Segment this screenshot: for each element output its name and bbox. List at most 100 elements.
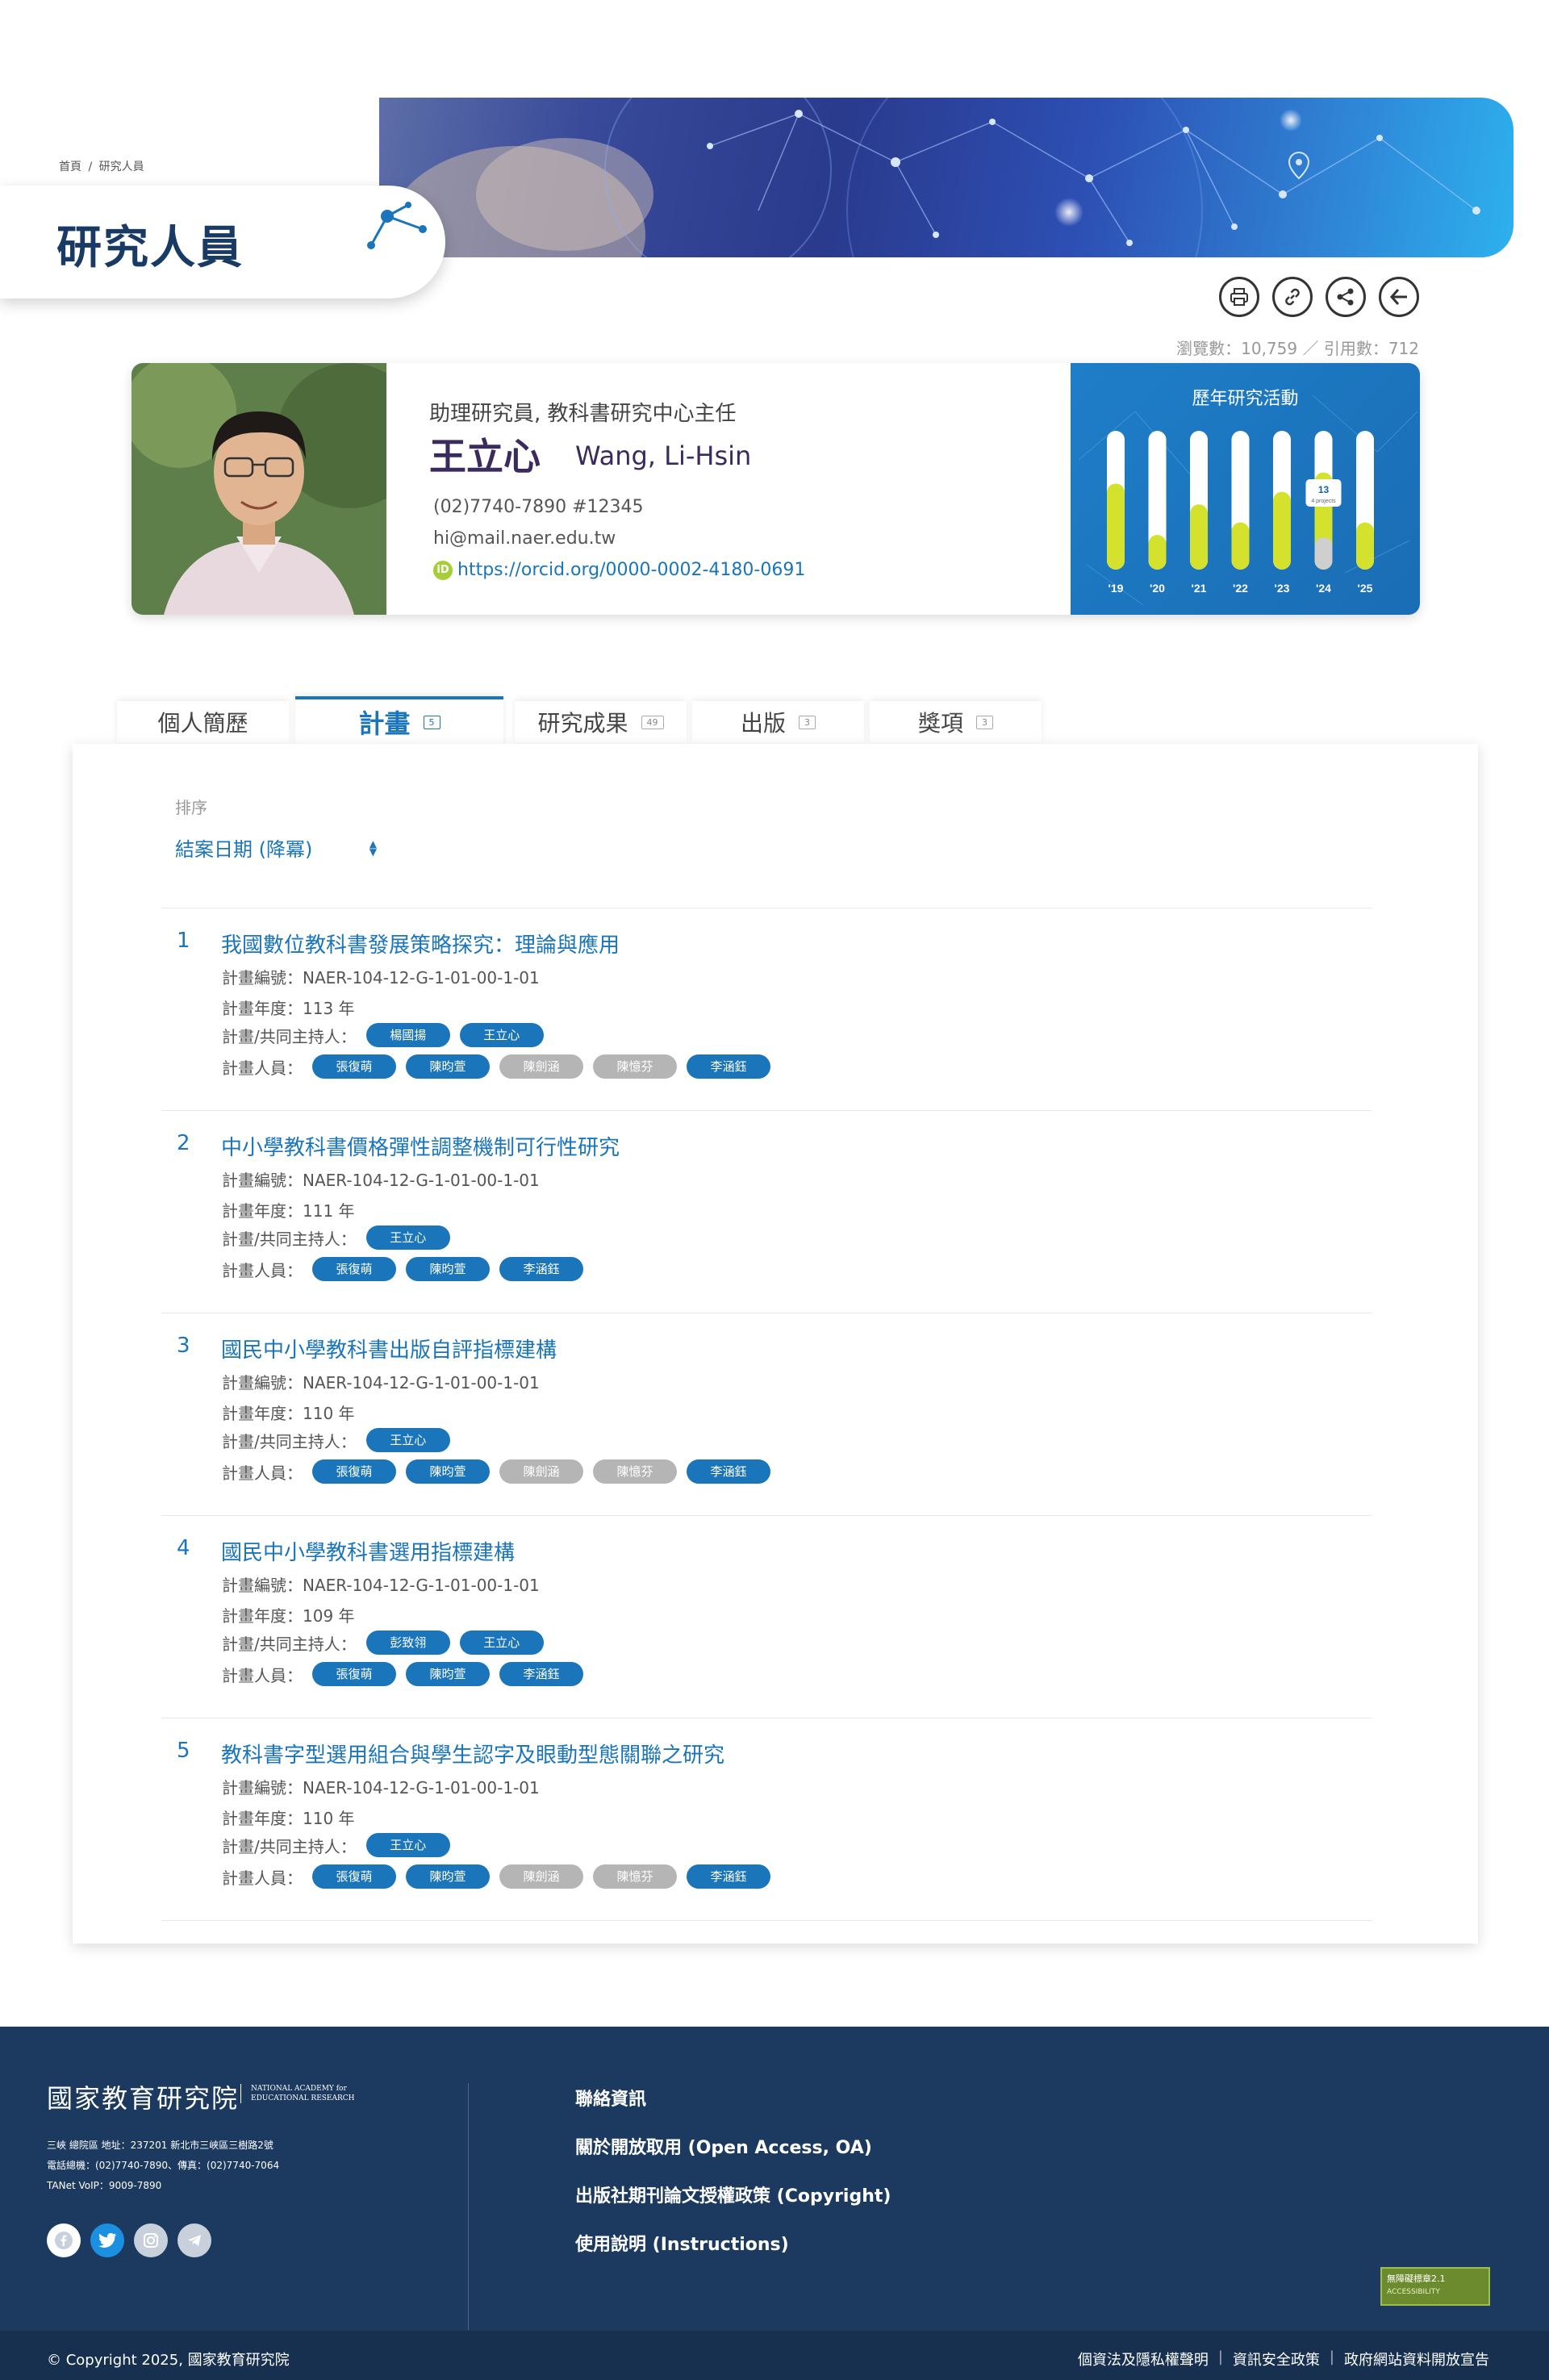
profile-photo bbox=[132, 363, 386, 615]
telegram-button[interactable] bbox=[177, 2223, 211, 2257]
activity-bar[interactable] bbox=[1231, 522, 1250, 570]
person-tag[interactable]: 張復萌 bbox=[312, 1459, 396, 1484]
pill-row-label: 計畫人員： bbox=[222, 1868, 303, 1888]
tab-count-badge: 5 bbox=[423, 715, 440, 729]
footer-link-instructions[interactable]: 使用說明 (Instructions) bbox=[575, 2230, 789, 2256]
person-tag[interactable]: 張復萌 bbox=[312, 1864, 396, 1889]
back-button[interactable] bbox=[1379, 277, 1419, 317]
project-year: 計畫年度：110 年 bbox=[222, 1404, 355, 1423]
person-tag[interactable]: 陳劍涵 bbox=[499, 1054, 583, 1079]
tab-publications[interactable]: 出版 3 bbox=[692, 701, 864, 743]
project-members: 計畫人員： 張復萌 陳昀萱 陳劍涵 陳憶芬 李涵鈺 bbox=[222, 1864, 780, 1889]
pill-row-label: 計畫人員： bbox=[222, 1665, 303, 1685]
sort-select[interactable]: 結案日期 (降冪) ▲ ▼ bbox=[175, 833, 377, 862]
telegram-icon bbox=[188, 2235, 201, 2246]
pill-row-label: 計畫/共同主持人： bbox=[222, 1026, 357, 1046]
person-tag[interactable]: 王立心 bbox=[365, 1428, 450, 1452]
person-tag[interactable]: 李涵鈺 bbox=[499, 1662, 583, 1686]
tab-research-outputs[interactable]: 研究成果 49 bbox=[515, 701, 687, 743]
project-item: 3 國民中小學教科書出版自評指標建構 計畫編號：NAER-104-12-G-1-01… bbox=[161, 1313, 1372, 1515]
person-tag[interactable]: 李涵鈺 bbox=[687, 1459, 770, 1484]
person-tag[interactable]: 陳昀萱 bbox=[406, 1257, 490, 1281]
person-tag[interactable]: 楊國揚 bbox=[365, 1023, 450, 1047]
share-button[interactable] bbox=[1326, 277, 1366, 317]
twitter-button[interactable] bbox=[90, 2223, 124, 2257]
footer-social-links bbox=[47, 2223, 211, 2257]
footer-link-security[interactable]: 資訊安全政策 bbox=[1233, 2349, 1320, 2370]
person-tag[interactable]: 李涵鈺 bbox=[499, 1257, 583, 1281]
activity-bar[interactable] bbox=[1273, 491, 1291, 570]
activity-bar[interactable] bbox=[1190, 504, 1208, 570]
person-tag[interactable]: 陳昀萱 bbox=[406, 1864, 490, 1889]
person-tag[interactable]: 彭致翎 bbox=[365, 1631, 450, 1655]
tab-bio[interactable]: 個人簡歷 bbox=[117, 701, 289, 743]
footer-link-open-access[interactable]: 關於開放取用 (Open Access, OA) bbox=[575, 2133, 872, 2159]
tab-count-badge: 3 bbox=[799, 715, 816, 729]
project-hosts: 計畫/共同主持人： 彭致翎 王立心 bbox=[222, 1631, 553, 1655]
profile-phone: (02)7740-7890 #12345 bbox=[433, 497, 644, 517]
footer-logo[interactable]: 國家教育研究院 bbox=[47, 2078, 239, 2115]
activity-tooltip-label: 4 projects bbox=[1311, 499, 1336, 504]
person-tag[interactable]: 陳劍涵 bbox=[499, 1864, 583, 1889]
person-tag[interactable]: 張復萌 bbox=[312, 1054, 396, 1079]
profile-email[interactable]: hi@mail.naer.edu.tw bbox=[433, 528, 616, 549]
project-members: 計畫人員： 張復萌 陳昀萱 陳劍涵 陳憶芬 李涵鈺 bbox=[222, 1054, 780, 1079]
project-year: 計畫年度：110 年 bbox=[222, 1809, 355, 1828]
breadcrumb-separator: / bbox=[88, 161, 93, 173]
project-title-link[interactable]: 我國數位教科書發展策略探究：理論與應用 bbox=[221, 929, 620, 958]
person-tag[interactable]: 陳昀萱 bbox=[406, 1459, 490, 1484]
person-tag[interactable]: 李涵鈺 bbox=[687, 1864, 770, 1889]
page-title: 研究人員 bbox=[56, 222, 244, 274]
person-tag[interactable]: 王立心 bbox=[459, 1023, 544, 1047]
project-number: 5 bbox=[177, 1739, 190, 1763]
sort-value: 結案日期 (降冪) bbox=[175, 838, 313, 861]
footer-link-contact[interactable]: 聯絡資訊 bbox=[575, 2085, 646, 2111]
tab-projects[interactable]: 計畫 5 bbox=[295, 696, 503, 745]
network-decoration-icon bbox=[367, 202, 427, 249]
instagram-icon bbox=[144, 2233, 158, 2248]
print-button[interactable] bbox=[1219, 277, 1259, 317]
tab-awards[interactable]: 獎項 3 bbox=[870, 701, 1042, 743]
profile-name-zh: 王立心 bbox=[429, 435, 541, 478]
activity-bar[interactable] bbox=[1356, 522, 1374, 570]
activity-year-label: '23 bbox=[1275, 582, 1290, 595]
tab-label: 研究成果 bbox=[537, 710, 628, 737]
footer-link-open-data[interactable]: 政府網站資料開放宣告 bbox=[1344, 2349, 1489, 2370]
copy-link-button[interactable] bbox=[1272, 277, 1313, 317]
breadcrumb-home-link[interactable]: 首頁 bbox=[59, 161, 81, 173]
project-title-link[interactable]: 教科書字型選用組合與學生認字及眼動型態關聯之研究 bbox=[221, 1739, 724, 1768]
project-title-link[interactable]: 中小學教科書價格彈性調整機制可行性研究 bbox=[221, 1131, 620, 1161]
person-tag[interactable]: 張復萌 bbox=[312, 1662, 396, 1686]
breadcrumb-current: 研究人員 bbox=[98, 161, 144, 173]
twitter-icon bbox=[98, 2232, 117, 2248]
project-title-link[interactable]: 國民中小學教科書選用指標建構 bbox=[221, 1536, 515, 1566]
footer-link-privacy[interactable]: 個資法及隱私權聲明 bbox=[1078, 2349, 1209, 2370]
project-hosts: 計畫/共同主持人： 楊國揚 王立心 bbox=[222, 1023, 553, 1047]
accessibility-badge[interactable]: 無障礙標章2.1 ACCESSIBILITY bbox=[1380, 2267, 1490, 2306]
person-tag[interactable]: 陳劍涵 bbox=[499, 1459, 583, 1484]
link-icon bbox=[1285, 288, 1300, 306]
person-tag[interactable]: 李涵鈺 bbox=[687, 1054, 770, 1079]
pill-row-label: 計畫/共同主持人： bbox=[222, 1229, 357, 1249]
project-item: 4 國民中小學教科書選用指標建構 計畫編號：NAER-104-12-G-1-01-0… bbox=[161, 1515, 1372, 1718]
person-tag[interactable]: 陳昀萱 bbox=[406, 1054, 490, 1079]
profile-card: 助理研究員, 教科書研究中心主任 王立心 Wang, Li-Hsin (02)7… bbox=[132, 363, 1420, 615]
person-tag[interactable]: 張復萌 bbox=[312, 1257, 396, 1281]
project-number: 1 bbox=[177, 929, 190, 953]
instagram-button[interactable] bbox=[134, 2223, 168, 2257]
activity-bar[interactable] bbox=[1107, 483, 1125, 570]
person-tag[interactable]: 王立心 bbox=[365, 1833, 450, 1857]
person-tag[interactable]: 陳憶芬 bbox=[593, 1459, 677, 1484]
pill-row-label: 計畫人員： bbox=[222, 1260, 303, 1280]
person-tag[interactable]: 王立心 bbox=[365, 1225, 450, 1250]
person-tag[interactable]: 王立心 bbox=[459, 1631, 544, 1655]
project-title-link[interactable]: 國民中小學教科書出版自評指標建構 bbox=[221, 1334, 557, 1363]
orcid-link[interactable]: https://orcid.org/0000-0002-4180-0691 bbox=[457, 560, 805, 580]
person-tag[interactable]: 陳昀萱 bbox=[406, 1662, 490, 1686]
facebook-button[interactable] bbox=[47, 2223, 81, 2257]
tab-label: 出版 bbox=[740, 710, 786, 737]
activity-bar[interactable] bbox=[1148, 535, 1167, 570]
person-tag[interactable]: 陳憶芬 bbox=[593, 1054, 677, 1079]
footer-link-copyright[interactable]: 出版社期刊論文授權政策 (Copyright) bbox=[575, 2182, 891, 2207]
person-tag[interactable]: 陳憶芬 bbox=[593, 1864, 677, 1889]
